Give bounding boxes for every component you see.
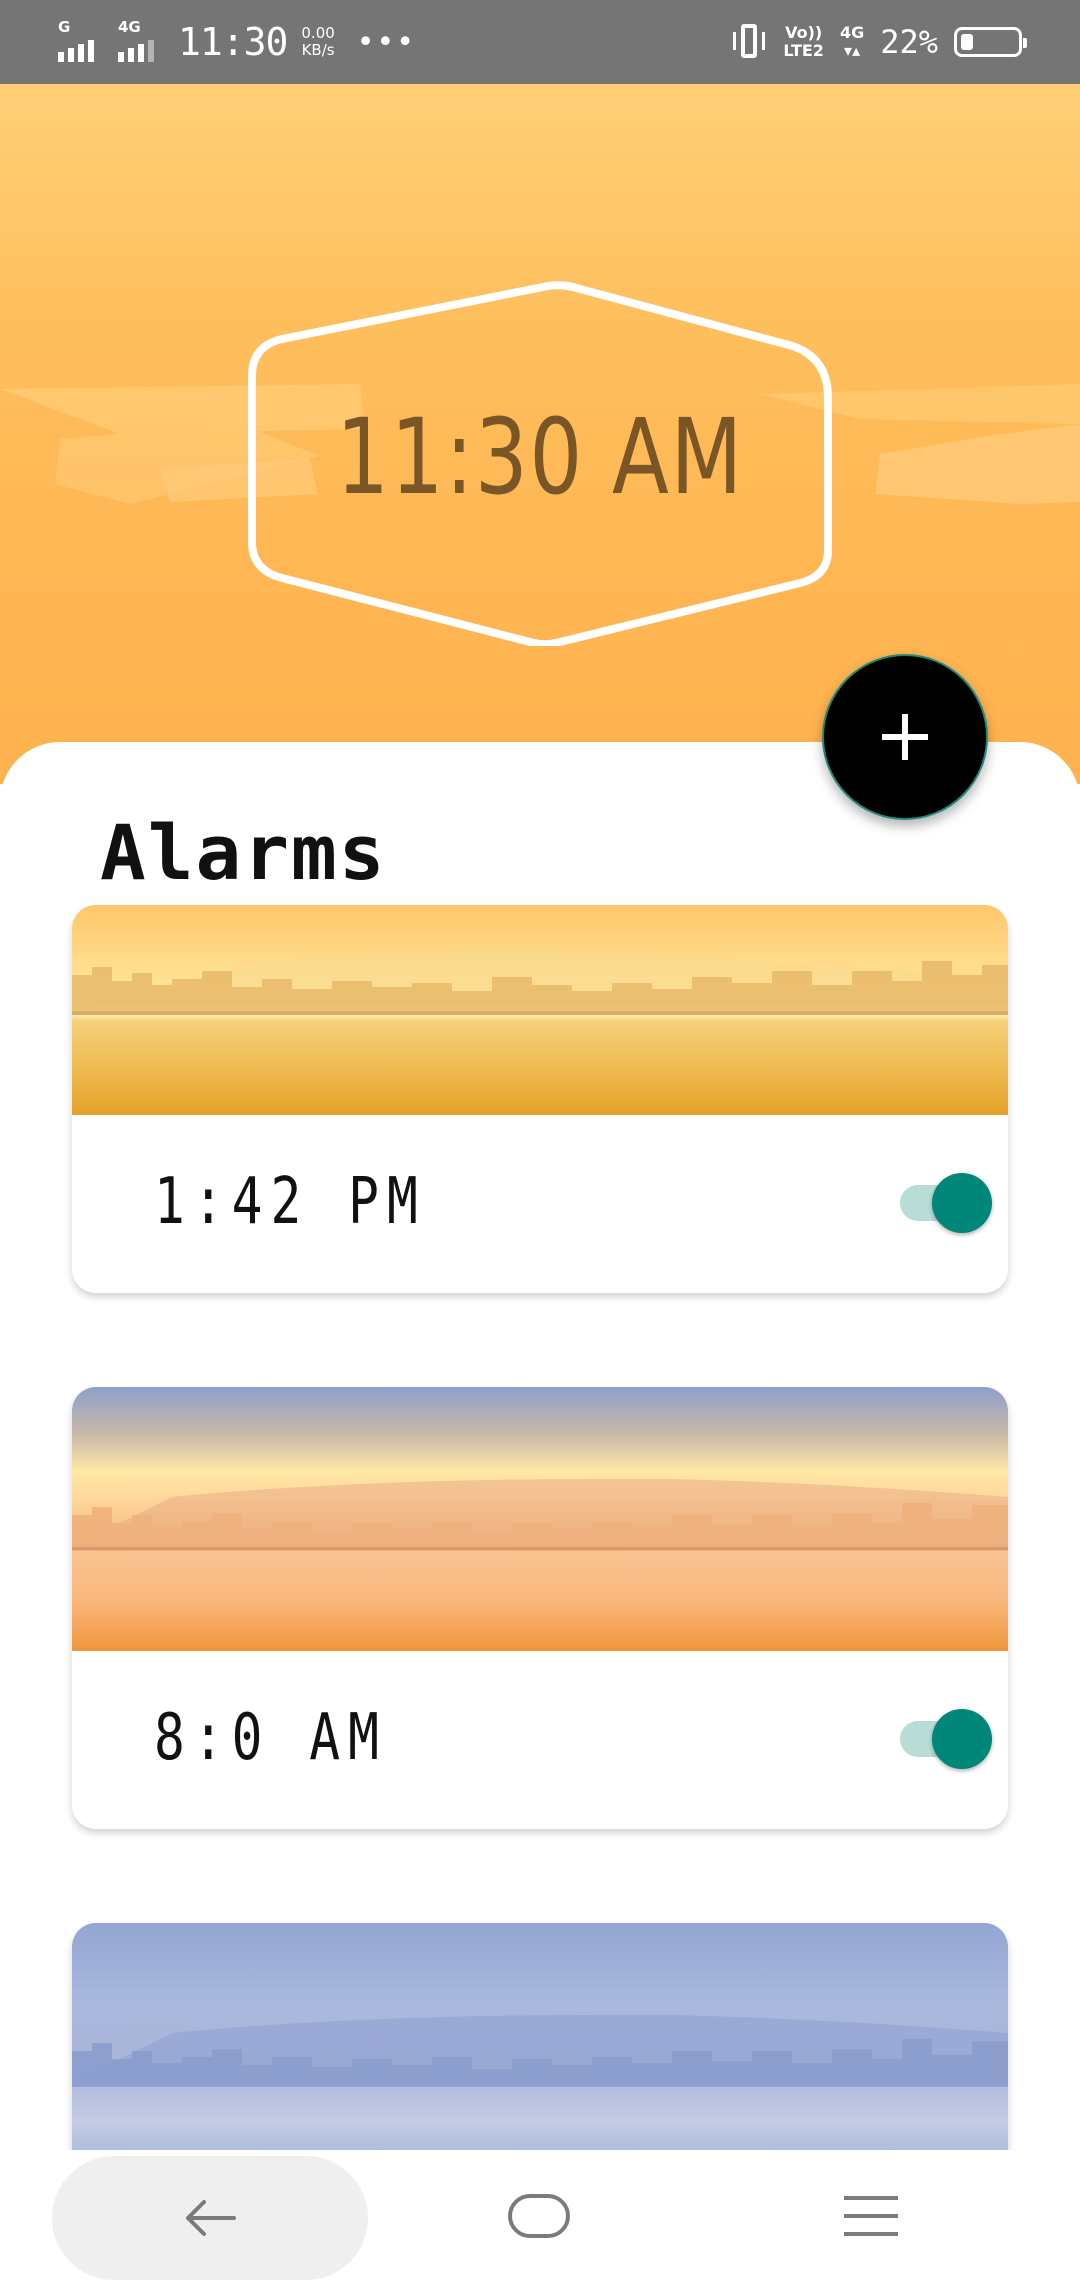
status-time: 11:30: [178, 20, 288, 64]
network-type: 4G: [839, 23, 865, 42]
back-button[interactable]: [52, 2156, 368, 2280]
volte-bottom: LTE2: [783, 41, 824, 60]
navigation-bar: [0, 2152, 1080, 2280]
alarm-scene-image: [72, 905, 1008, 1115]
alarm-row[interactable]: 1:42 PM: [72, 1115, 1008, 1293]
signal-1-label: G: [58, 18, 71, 36]
speed-value: 0.00: [301, 24, 335, 42]
alarm-scene-image: [72, 1923, 1008, 2150]
plus-icon: [882, 714, 928, 760]
alarm-row[interactable]: 8:0 AM: [72, 1651, 1008, 1829]
alarm-list[interactable]: 1:42 PM 8:0 AM: [0, 905, 1080, 2150]
alarm-scene-image: [72, 1387, 1008, 1651]
volte-top: Vo)): [785, 23, 823, 42]
speed-unit: KB/s: [301, 41, 335, 59]
battery-icon: [954, 27, 1027, 57]
signal-2-label: 4G: [118, 18, 141, 36]
battery-level: [961, 34, 973, 50]
alarm-time[interactable]: 1:42 PM: [154, 1165, 426, 1239]
alarm-toggle[interactable]: [900, 1173, 992, 1233]
more-notifications-icon: •••: [356, 24, 416, 60]
network-speed: 0.00 KB/s: [301, 25, 334, 59]
home-icon[interactable]: [508, 2194, 570, 2238]
alarm-card[interactable]: [72, 1923, 1008, 2150]
alarm-time[interactable]: 8:0 AM: [154, 1701, 387, 1775]
status-bar: G 4G 11:30 0.00 KB/s ••• Vo)) LTE2 4G ▾▴…: [0, 0, 1080, 84]
battery-percent: 22%: [880, 23, 938, 61]
signal-1-icon: G: [58, 18, 104, 62]
volte-indicator: Vo)) LTE2: [783, 24, 824, 60]
page-title: Alarms: [100, 808, 387, 897]
alarm-card[interactable]: 8:0 AM: [72, 1387, 1008, 1829]
alarm-toggle[interactable]: [900, 1709, 992, 1769]
add-alarm-button[interactable]: [822, 654, 988, 820]
menu-icon[interactable]: [844, 2196, 898, 2236]
vibrate-icon: [731, 22, 767, 62]
alarm-card[interactable]: 1:42 PM: [72, 905, 1008, 1293]
current-time-display: 11:30 AM: [336, 396, 744, 518]
data-activity-icon: ▾▴: [844, 41, 861, 60]
signal-2-icon: 4G: [118, 18, 164, 62]
network-type-indicator: 4G ▾▴: [840, 24, 864, 60]
back-arrow-icon: [186, 2200, 236, 2236]
